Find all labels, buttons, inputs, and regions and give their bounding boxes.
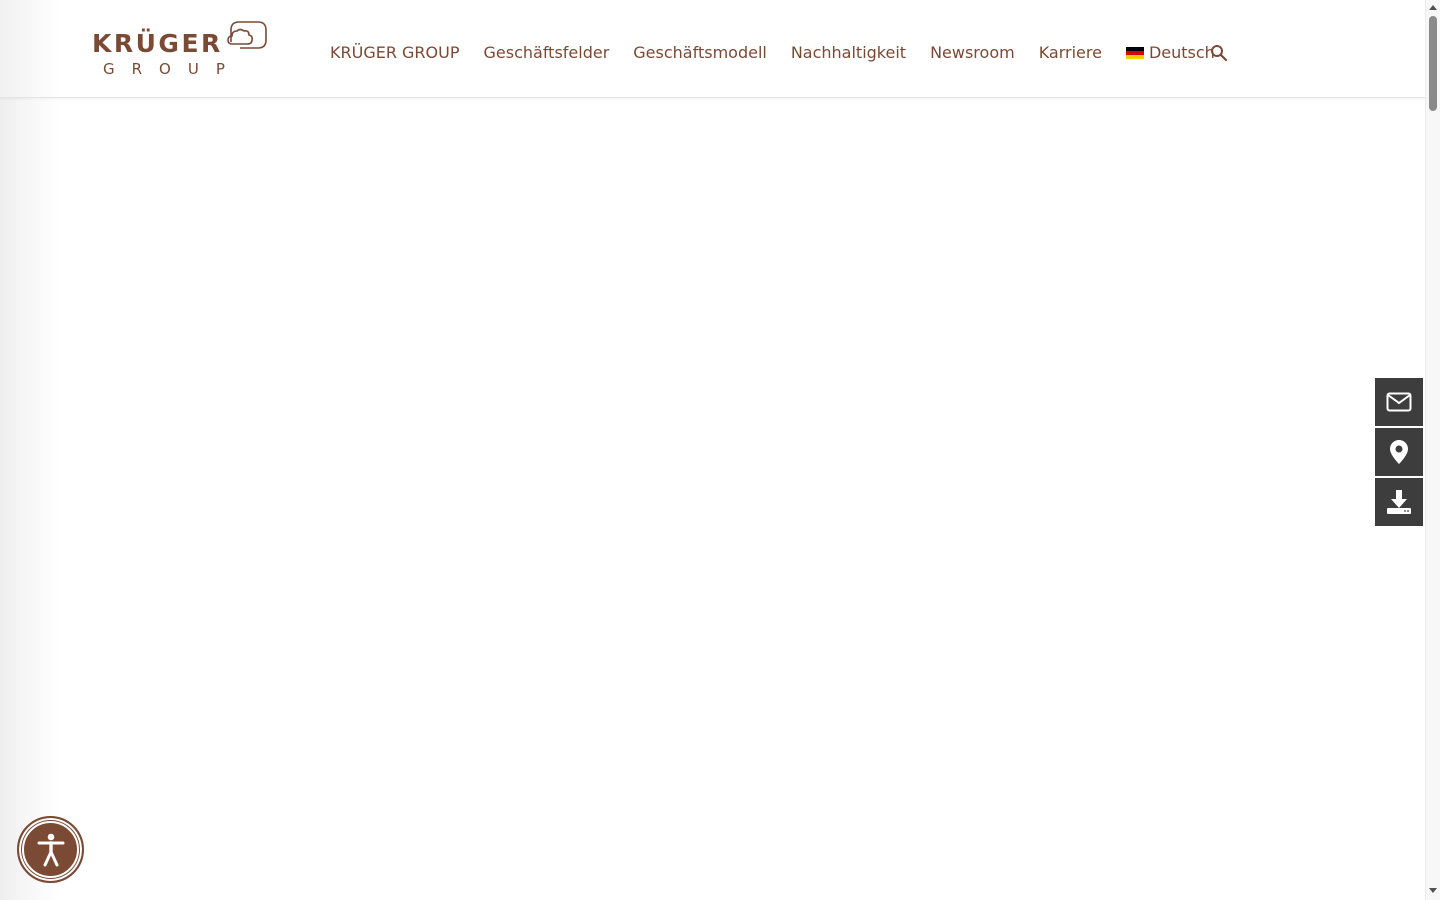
download-button[interactable] bbox=[1375, 478, 1423, 526]
logo-subtitle: GROUP bbox=[103, 60, 242, 78]
main-navigation: KRÜGER GROUP Geschäftsfelder Geschäftsmo… bbox=[330, 41, 1215, 65]
flag-germany-icon bbox=[1125, 47, 1144, 59]
side-action-bar bbox=[1375, 378, 1423, 528]
page: KRÜGER GROUP KRÜGER GROUP Geschäftsfelde… bbox=[0, 0, 1440, 900]
logo-wordmark: KRÜGER bbox=[92, 29, 223, 58]
language-label: Deutsch bbox=[1148, 43, 1215, 62]
search-icon bbox=[1211, 45, 1228, 62]
accessibility-button-ring bbox=[22, 821, 79, 878]
mail-icon bbox=[1386, 392, 1412, 412]
left-edge-shade bbox=[0, 0, 60, 900]
scroll-down-arrow-icon[interactable] bbox=[1429, 888, 1437, 893]
scroll-up-arrow-icon[interactable] bbox=[1429, 5, 1437, 10]
accessibility-button[interactable] bbox=[17, 816, 84, 883]
site-header: KRÜGER GROUP KRÜGER GROUP Geschäftsfelde… bbox=[0, 0, 1425, 98]
language-switcher[interactable]: Deutsch bbox=[1125, 41, 1215, 65]
accessibility-person-icon bbox=[37, 833, 64, 866]
nav-item-nachhaltigkeit[interactable]: Nachhaltigkeit bbox=[791, 41, 906, 65]
search-button[interactable] bbox=[1210, 44, 1228, 62]
logo-link[interactable]: KRÜGER GROUP bbox=[90, 18, 270, 80]
nav-item-newsroom[interactable]: Newsroom bbox=[930, 41, 1015, 65]
location-button[interactable] bbox=[1375, 428, 1423, 476]
scrollbar-thumb[interactable] bbox=[1429, 16, 1437, 111]
vertical-scrollbar[interactable] bbox=[1425, 0, 1440, 900]
nav-item-geschaeftsmodell[interactable]: Geschäftsmodell bbox=[633, 41, 767, 65]
nav-item-krueger-group[interactable]: KRÜGER GROUP bbox=[330, 41, 460, 65]
contact-mail-button[interactable] bbox=[1375, 378, 1423, 426]
nav-item-geschaeftsfelder[interactable]: Geschäftsfelder bbox=[484, 41, 610, 65]
location-pin-icon bbox=[1390, 440, 1408, 464]
download-icon bbox=[1387, 490, 1411, 514]
nav-item-karriere[interactable]: Karriere bbox=[1039, 41, 1102, 65]
